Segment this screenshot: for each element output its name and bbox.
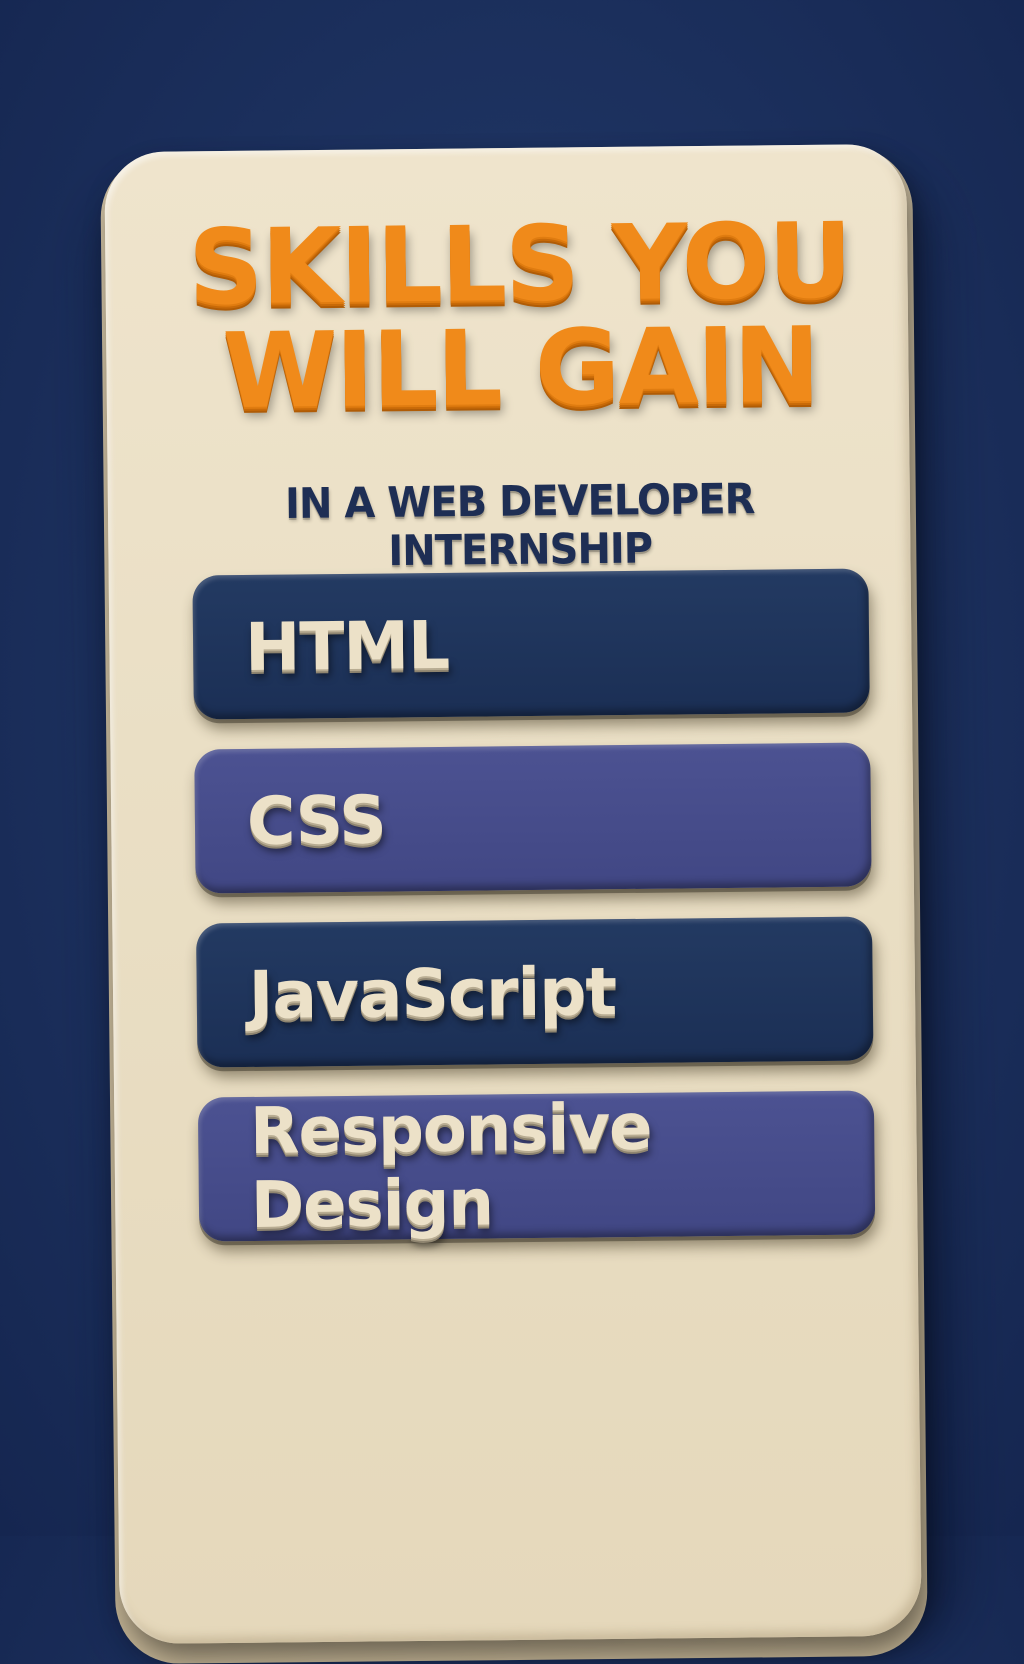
skill-item-javascript: JavaScript xyxy=(196,916,874,1068)
skill-label: Responsive Design xyxy=(249,1090,652,1243)
skills-list: HTML CSS JavaScript Responsive Design xyxy=(192,568,876,1271)
poster-subtitle: IN A WEB DEVELOPER INTERNSHIP xyxy=(284,475,755,576)
skill-label: CSS xyxy=(246,781,387,860)
skill-item-responsive-design: Responsive Design xyxy=(197,1090,876,1243)
title-line-1: SKILLS YOU xyxy=(187,199,852,329)
skill-label: JavaScript xyxy=(248,952,617,1034)
skill-item-html: HTML xyxy=(192,568,870,720)
skill-item-css: CSS xyxy=(194,742,872,894)
poster-title: SKILLS YOU WILL GAIN xyxy=(149,199,891,433)
skill-label: HTML xyxy=(244,606,450,686)
title-line-2: WILL GAIN xyxy=(222,303,820,433)
